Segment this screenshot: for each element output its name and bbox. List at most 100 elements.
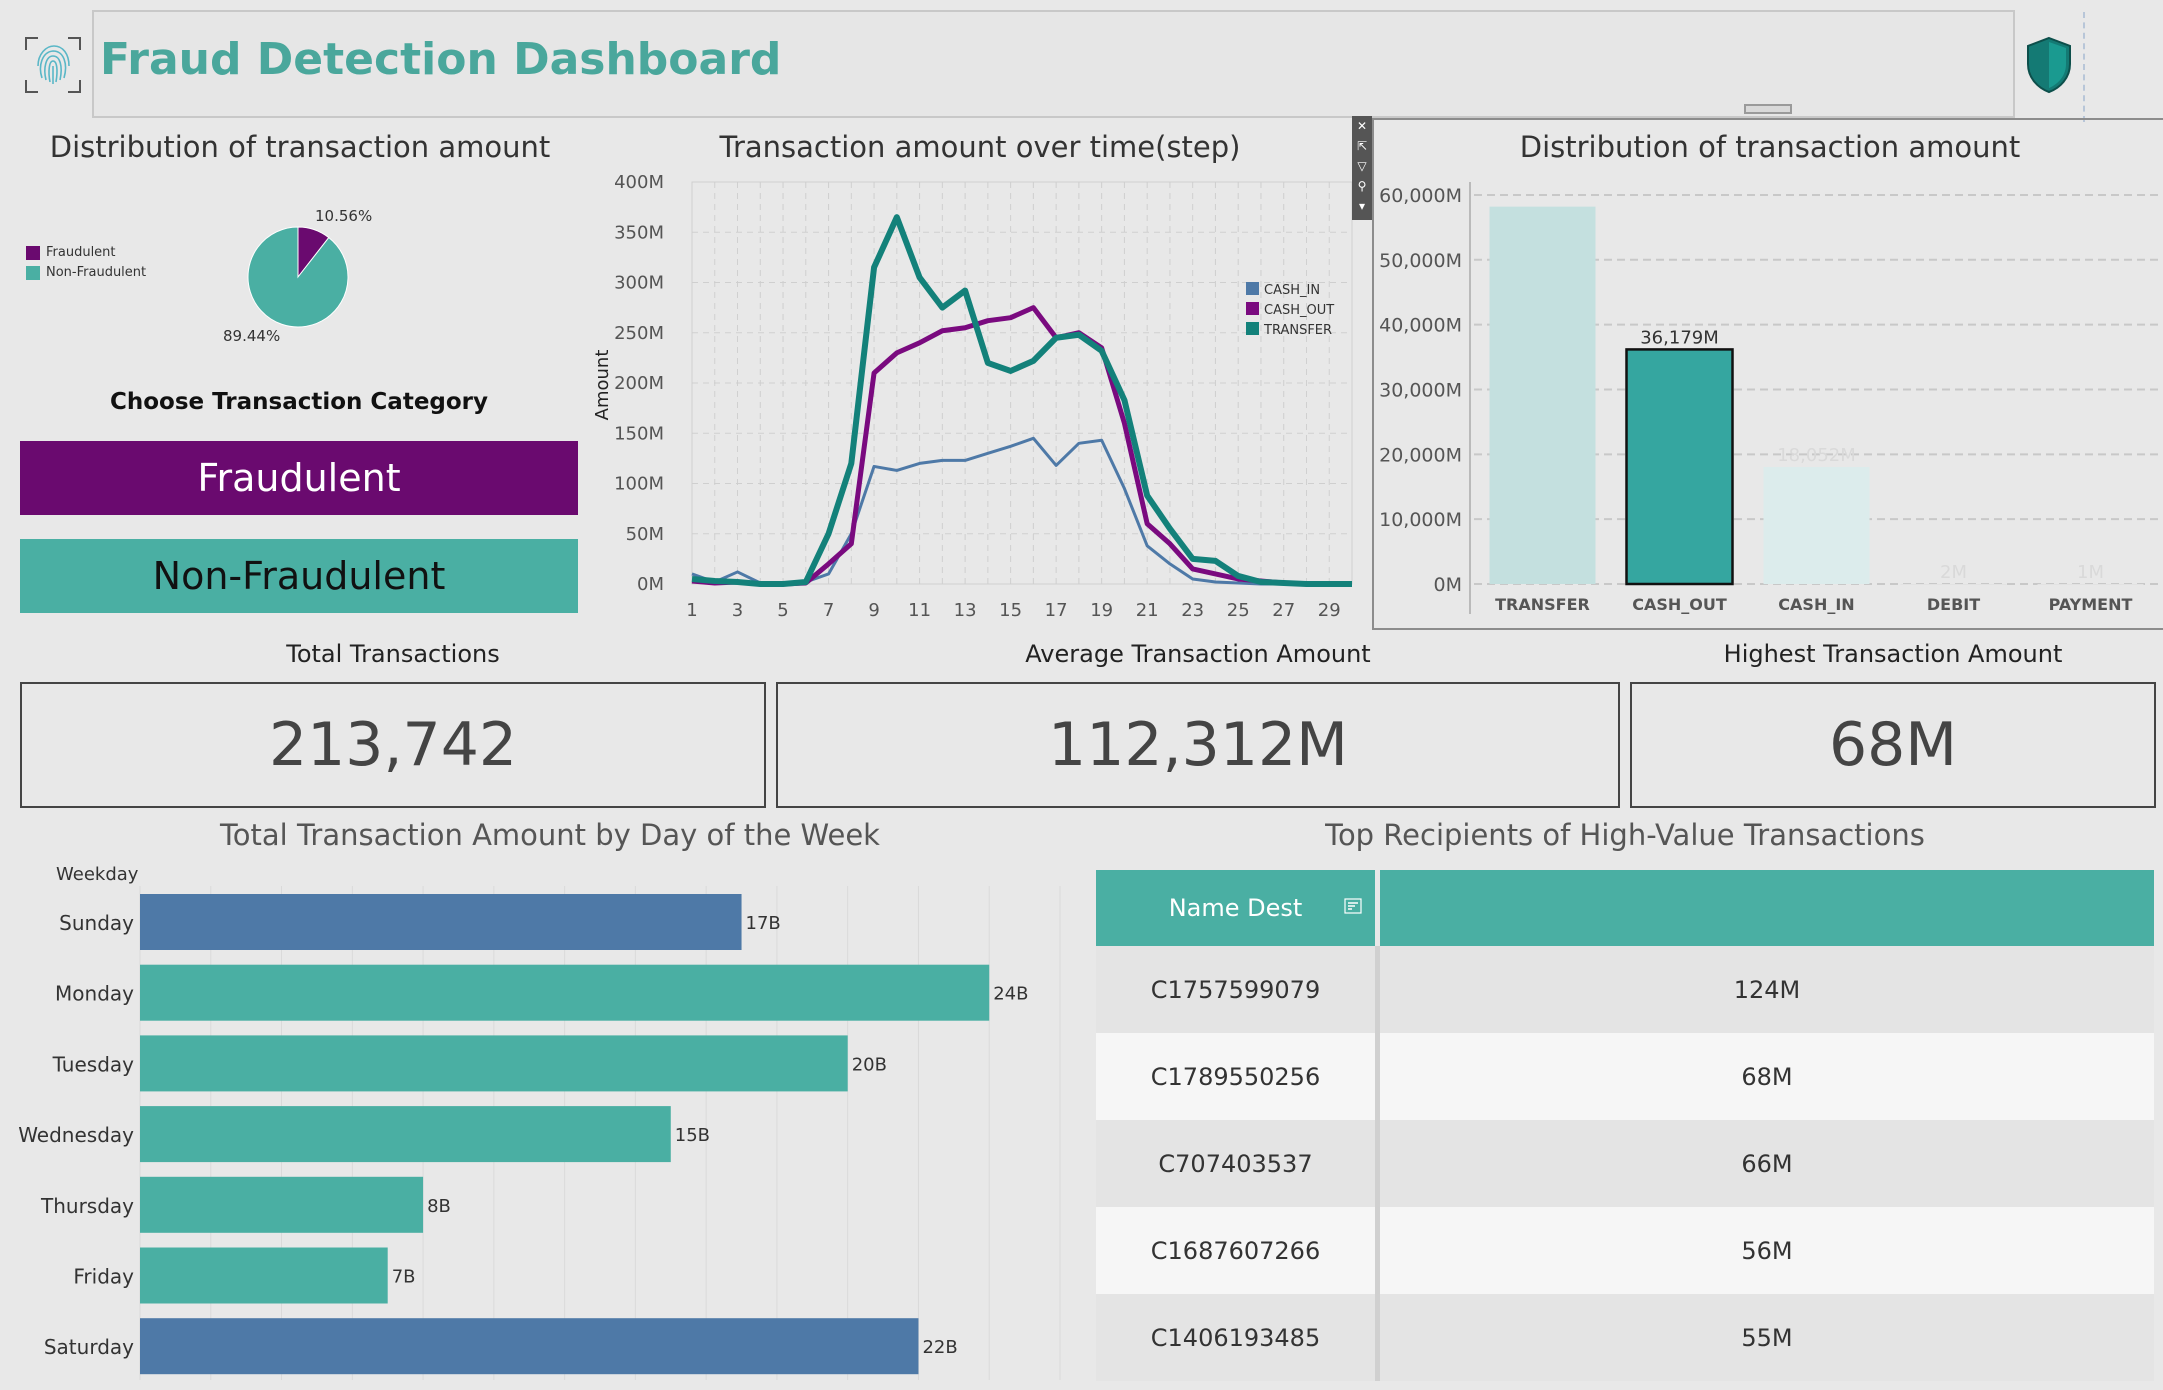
resize-handle[interactable] [1744,104,1792,114]
bar-thursday[interactable] [140,1176,424,1233]
legend-label: CASH_IN [1264,283,1320,298]
bar-cash_in[interactable] [1763,466,1870,584]
y-axis-label: Amount [592,350,613,421]
table-cell-value: 124M [1733,975,1801,1004]
x-tick-label: 15 [999,600,1022,621]
category-title: Choose Transaction Category [109,389,489,415]
y-tick-label: 0M [1434,574,1462,596]
bar-sunday[interactable] [140,894,742,950]
y-tick-label: Wednesday [18,1123,134,1147]
highest-amount-label: Highest Transaction Amount [1723,640,2063,668]
y-tick-label: Monday [55,982,134,1006]
y-tick-label: 10,000M [1379,509,1462,531]
bar-saturday[interactable] [140,1318,919,1375]
total-transactions-value: 213,742 [20,682,766,808]
table-row[interactable]: C1687607266 56M [1096,1207,2154,1294]
column-header-name-dest[interactable]: Name Dest [1096,870,1380,946]
x-tick-label: 27 [1272,600,1295,621]
table-row[interactable]: C1757599079 124M [1096,946,2154,1033]
bar-transfer[interactable] [1489,206,1596,584]
bar-monday[interactable] [140,964,990,1021]
table-row[interactable]: C707403537 66M [1096,1120,2154,1207]
x-tick-label: DEBIT [1927,595,1980,614]
fraudulent-button[interactable]: Fraudulent [20,441,578,515]
legend-swatch [1246,282,1259,295]
table-cell-value: 55M [1741,1323,1793,1352]
type-bar-chart[interactable]: 0M 10,000M 20,000M 30,000M 40,000M 50,000M 60,… [1374,170,2163,626]
legend-item-fraudulent[interactable]: Fraudulent [26,245,146,260]
data-label: 2M [1940,562,1967,583]
table-cell-name: C1757599079 [1096,946,1380,1033]
y-tick-label: 300M [614,273,664,294]
x-tick-label: 5 [777,600,788,621]
pie-slice-non-fraudulent[interactable] [247,226,349,328]
y-tick-label: 400M [614,172,664,193]
nonfraudulent-button[interactable]: Non-Fraudulent [20,539,578,613]
table-cell-value: 68M [1741,1062,1793,1091]
data-label: 17B [746,913,781,934]
x-tick-label: CASH_OUT [1632,595,1727,614]
table-cell-name: C1789550256 [1096,1033,1380,1120]
y-tick-label: Thursday [40,1194,134,1218]
y-tick-label: 40,000M [1379,315,1462,337]
x-tick-label: 11 [908,600,931,621]
x-tick-label: 23 [1181,600,1204,621]
weekday-chart-title: Total Transaction Amount by Day of the W… [220,818,880,852]
y-tick-label: 50,000M [1379,250,1462,272]
table-cell-value: 56M [1741,1236,1793,1265]
y-tick-label: 350M [614,222,664,243]
y-tick-label: 30,000M [1379,379,1462,401]
pin-icon[interactable]: ⚲ [1352,176,1372,196]
y-tick-label: 250M [614,323,664,344]
close-icon[interactable]: ✕ [1352,116,1372,136]
bar-wednesday[interactable] [140,1106,671,1163]
data-label: 7B [392,1267,416,1288]
bar-tuesday[interactable] [140,1035,848,1092]
highest-amount-value: 68M [1630,682,2156,808]
x-tick-label: 21 [1136,600,1159,621]
weekday-bar-chart[interactable]: Sunday 17B Monday 24B Tuesday 20B Wednesday 15B… [0,880,1080,1390]
x-tick-label: 25 [1227,600,1250,621]
x-tick-label: 29 [1318,600,1341,621]
column-header-value[interactable] [1380,870,2154,946]
pie-label-nonfraudulent: 89.44% [223,327,281,345]
line-chart[interactable]: 0M50M100M150M200M250M300M350M400M1 3 5 7 9 11… [590,170,1362,630]
open-icon[interactable]: ⇱ [1352,136,1372,156]
bar-chart-title: Distribution of transaction amount [1519,130,2021,164]
table-header: Name Dest [1096,870,2154,946]
y-tick-label: 100M [614,474,664,495]
legend-label: CASH_OUT [1264,303,1334,318]
data-label: 20B [852,1054,887,1075]
y-tick-label: Saturday [44,1335,134,1359]
table-cell-name: C1687607266 [1096,1207,1380,1294]
filter-icon[interactable]: ▽ [1352,156,1372,176]
bar-friday[interactable] [140,1247,388,1304]
table-cell-name: C1406193485 [1096,1294,1380,1381]
data-label: 36,179M [1640,327,1719,348]
table-row[interactable]: C1789550256 68M [1096,1033,2154,1120]
y-tick-label: 60,000M [1379,185,1462,207]
bar-debit[interactable] [1900,583,2007,585]
chevron-down-icon[interactable]: ▾ [1352,196,1372,216]
y-tick-label: 0M [637,574,664,595]
sort-icon[interactable] [1344,898,1362,914]
data-label: 24B [993,984,1028,1005]
bar-payment[interactable] [2037,583,2144,585]
legend-item-nonfraudulent[interactable]: Non-Fraudulent [26,265,146,280]
x-tick-label: TRANSFER [1495,595,1590,614]
recipients-table: Name Dest C1757599079 124M C1789550256 6… [1096,870,2154,1381]
x-tick-label: 1 [686,600,697,621]
table-row[interactable]: C1406193485 55M [1096,1294,2154,1381]
y-tick-label: 50M [626,524,664,545]
x-tick-label: 3 [732,600,743,621]
x-tick-label: 7 [823,600,834,621]
legend-swatch [1246,322,1259,335]
table-cell-name: C707403537 [1096,1120,1380,1207]
data-label: 18,052M [1777,445,1856,466]
divider [2083,12,2085,122]
data-label: 22B [922,1337,957,1358]
bar-cash_out[interactable] [1625,348,1734,586]
data-label: 15B [675,1125,710,1146]
table-cell-value: 66M [1741,1149,1793,1178]
pie-legend: Fraudulent Non-Fraudulent [26,245,146,280]
